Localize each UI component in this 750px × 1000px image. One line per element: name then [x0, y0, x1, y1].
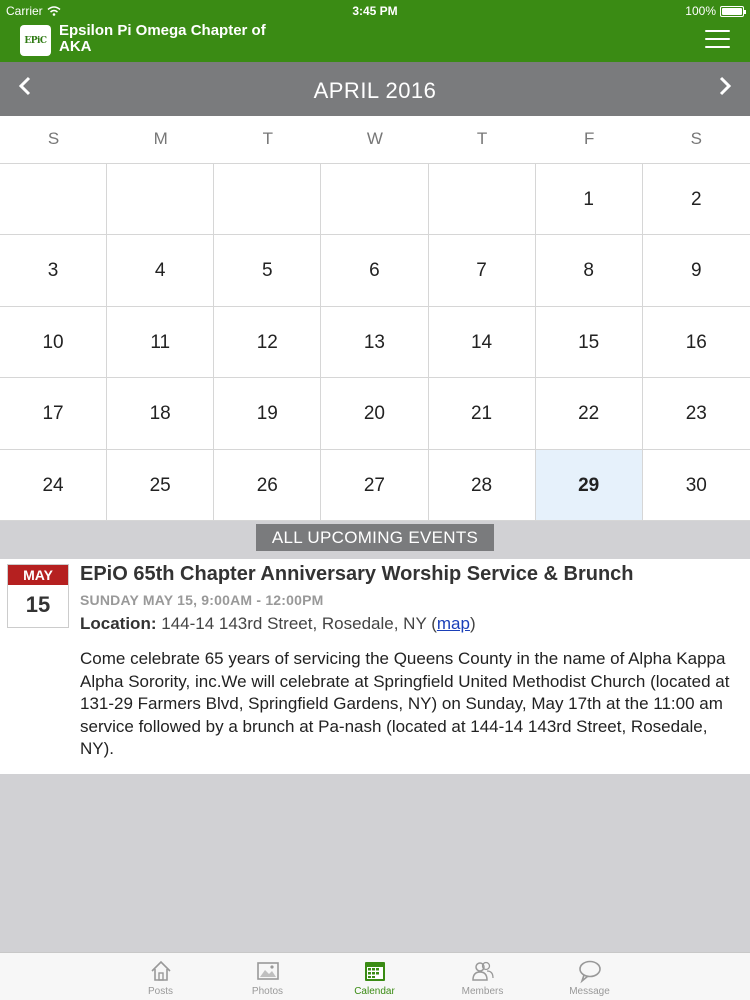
calendar-week-row: 12: [0, 164, 750, 236]
app-title: Epsilon Pi Omega Chapter of AKA: [59, 22, 266, 55]
calendar-day-16[interactable]: 16: [643, 307, 750, 377]
event-card[interactable]: MAY 15 EPiO 65th Chapter Anniversary Wor…: [0, 559, 750, 774]
tab-message[interactable]: Message: [536, 953, 643, 1000]
calendar-day-29[interactable]: 29: [535, 449, 643, 520]
location-label: Location:: [80, 614, 157, 633]
calendar-day-26[interactable]: 26: [214, 449, 322, 520]
upcoming-bar: ALL UPCOMING EVENTS: [0, 521, 750, 559]
month-navigation: APRIL 2016: [0, 62, 750, 116]
weekday-label: T: [476, 129, 488, 148]
calendar-day-15[interactable]: 15: [536, 306, 643, 378]
calendar-week-row: 24 25 26 27 28 29 30: [0, 449, 750, 521]
tab-label: Posts: [147, 986, 173, 997]
tab-label: Calendar: [354, 986, 395, 997]
calendar-day-11[interactable]: 11: [107, 306, 215, 378]
calendar-day-4[interactable]: 4: [107, 235, 215, 306]
calendar-day-empty: [429, 164, 536, 235]
calendar-day-19[interactable]: 19: [214, 378, 322, 449]
event-location: Location: 144-14 143rd Street, Rosedale,…: [80, 614, 476, 633]
calendar-day-12[interactable]: 12: [214, 306, 322, 378]
calendar-day-8[interactable]: 8: [536, 235, 643, 306]
month-title: APRIL 2016: [313, 78, 437, 103]
tab-label: Members: [461, 986, 504, 997]
calendar-week-row: 17 18 19 20 21 22 23: [0, 378, 750, 450]
members-icon: [471, 961, 494, 981]
calendar-day-9[interactable]: 9: [643, 235, 750, 305]
weekday-label: T: [262, 129, 273, 148]
calendar-day-5[interactable]: 5: [214, 235, 322, 306]
app-logo[interactable]: EPiC: [20, 25, 51, 56]
calendar-day-28[interactable]: 28: [429, 449, 536, 520]
calendar-day-25[interactable]: 25: [107, 449, 215, 520]
calendar-day-21[interactable]: 21: [429, 378, 536, 449]
hamburger-menu-icon[interactable]: [705, 30, 730, 48]
calendar-grid: 1 2 3 4 5 6 7 8 9 10 11 12 13 14 15 16 17 18 19 20 21 22 23 24 2…: [0, 164, 750, 521]
status-bar: Carrier 3:45 PM 100%: [0, 0, 750, 22]
app-header: Carrier 3:45 PM 100% EPiC Epsilon Pi Ome…: [0, 0, 750, 62]
calendar-day-2[interactable]: 2: [643, 164, 750, 234]
weekday-label: S: [47, 129, 60, 148]
event-title[interactable]: EPiO 65th Chapter Anniversary Worship Se…: [80, 563, 740, 586]
calendar-day-20[interactable]: 20: [321, 378, 429, 449]
calendar-day-14[interactable]: 14: [429, 306, 536, 378]
weekday-header: SMTWTFS: [0, 116, 750, 164]
event-description: Come celebrate 65 years of servicing the…: [80, 649, 730, 758]
next-month-icon[interactable]: [715, 74, 735, 98]
photo-icon: [256, 962, 279, 980]
home-icon: [150, 960, 171, 981]
event-when: SUNDAY MAY 15, 9:00AM - 12:00PM: [80, 592, 324, 608]
tab-photos[interactable]: Photos: [214, 953, 321, 1000]
calendar-day-1[interactable]: 1: [536, 164, 643, 235]
calendar-day-27[interactable]: 27: [321, 449, 429, 520]
all-upcoming-events-button[interactable]: ALL UPCOMING EVENTS: [256, 524, 494, 551]
battery-icon: [720, 5, 746, 17]
calendar-day-6[interactable]: 6: [321, 235, 429, 306]
event-date-badge: MAY 15: [7, 564, 69, 628]
map-link[interactable]: map: [437, 614, 470, 633]
tab-label: Photos: [251, 986, 284, 997]
calendar-day-7[interactable]: 7: [429, 235, 536, 306]
calendar-day-10[interactable]: 10: [0, 306, 108, 378]
weekday-label: F: [583, 129, 595, 148]
event-day: 15: [25, 592, 51, 617]
app-screen: Carrier 3:45 PM 100% EPiC Epsilon Pi Ome…: [0, 0, 750, 1000]
message-icon: [578, 960, 601, 984]
calendar-day-23[interactable]: 23: [643, 378, 750, 448]
tab-members[interactable]: Members: [429, 953, 536, 1000]
tab-posts[interactable]: Posts: [107, 953, 214, 1000]
calendar-week-row: 10 11 12 13 14 15 16: [0, 306, 750, 379]
weekday-label: S: [690, 129, 702, 148]
tab-calendar[interactable]: Calendar: [321, 953, 428, 1000]
calendar-day-24[interactable]: 24: [0, 449, 108, 520]
calendar-day-13[interactable]: 13: [321, 306, 429, 378]
calendar-day-empty: [214, 164, 322, 235]
calendar-day-3[interactable]: 3: [0, 235, 108, 306]
weekday-label: M: [153, 129, 168, 148]
battery-percent: 100%: [685, 4, 716, 18]
logo-text: EPiC: [24, 35, 47, 46]
calendar-day-empty: [0, 164, 108, 235]
status-right: 100%: [685, 4, 746, 18]
tab-bar: Posts Photos Calendar Members Message: [0, 952, 750, 1000]
calendar-day-17[interactable]: 17: [0, 378, 108, 449]
calendar-week-row: 3456789: [0, 235, 750, 307]
calendar-icon: [364, 962, 385, 981]
weekday-label: W: [366, 129, 383, 148]
calendar-day-30[interactable]: 30: [643, 450, 750, 520]
status-time: 3:45 PM: [352, 4, 398, 18]
event-month: MAY: [8, 565, 68, 585]
calendar-day-empty: [107, 164, 215, 235]
calendar-day-empty: [321, 164, 429, 235]
location-address: 144-14 143rd Street, Rosedale, NY: [161, 614, 427, 633]
calendar-day-18[interactable]: 18: [107, 378, 215, 449]
calendar-day-22[interactable]: 22: [536, 378, 643, 449]
tab-label: Message: [569, 986, 610, 997]
